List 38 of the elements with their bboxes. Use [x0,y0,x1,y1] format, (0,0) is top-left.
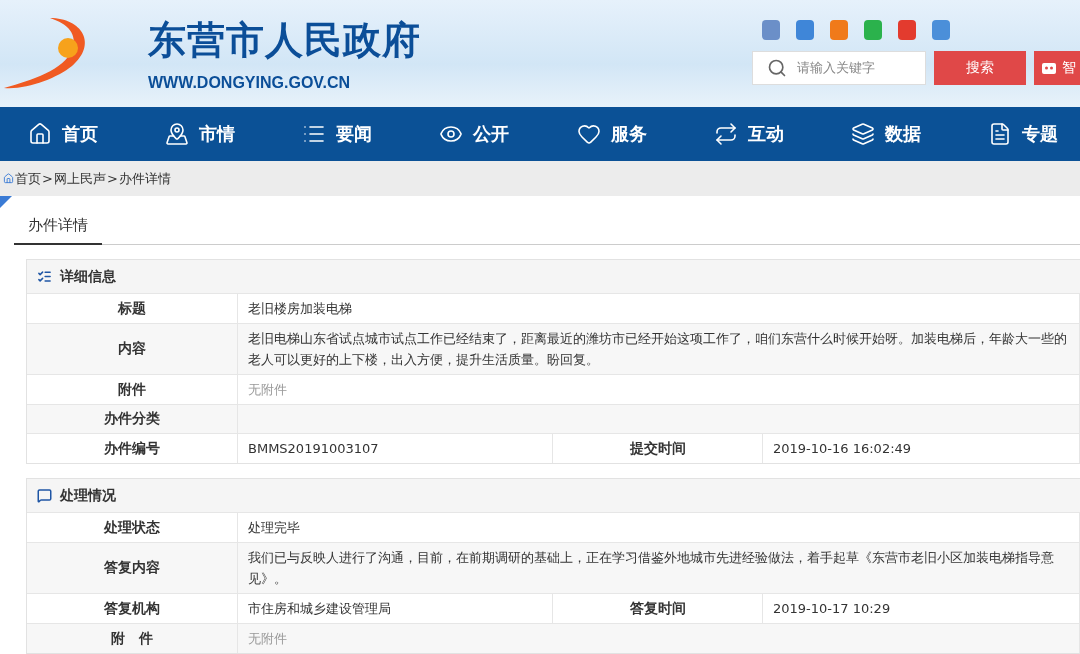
smart-button[interactable]: 智 [1034,50,1080,85]
home-icon [3,173,14,185]
section-title: 处理情况 [60,486,116,505]
breadcrumb-link[interactable]: 办件详情 [118,169,171,188]
field-value: 无附件 [238,624,1080,653]
layers-icon [850,122,875,147]
site-url: WWW.DONGYING.GOV.CN [148,74,352,93]
page-tab[interactable]: 办件详情 [14,210,102,245]
nav-item[interactable]: 要闻 [302,122,373,147]
map-pin-icon [165,122,190,147]
nav-item[interactable]: 市情 [165,122,236,147]
breadcrumb-link[interactable]: 首页 [15,169,41,188]
document-icon [988,122,1012,147]
field-label: 附 件 [27,624,238,653]
search-icon [767,57,787,78]
heart-icon [576,122,601,147]
nav-item[interactable]: 公开 [439,122,510,147]
search-button[interactable]: 搜索 [934,50,1026,85]
breadcrumb-separator: > [42,171,53,187]
field-label: 办件编号 [27,434,238,463]
breadcrumb-link[interactable]: 网上民声 [53,169,106,188]
breadcrumb-separator: > [106,171,118,187]
field-label: 提交时间 [553,434,763,463]
message-icon [37,488,52,503]
nav-item[interactable]: 互动 [713,122,784,147]
field-value: 2019-10-16 16:02:49 [763,434,1080,463]
arrows-icon [713,122,738,147]
section-title: 详细信息 [60,267,116,286]
list-icon [37,269,52,284]
field-value: BMMS20191003107 [238,434,553,463]
corner-triangle [0,196,12,208]
nav-item[interactable]: 专题 [988,122,1058,147]
search-field[interactable]: 请输入关键字 [752,50,926,85]
nav-item[interactable]: 首页 [28,122,98,147]
house-icon [28,122,52,147]
nav-item[interactable]: 数据 [850,122,921,147]
site-title: 东营市人民政府 [148,17,421,65]
nav-item[interactable]: 服务 [576,122,647,147]
